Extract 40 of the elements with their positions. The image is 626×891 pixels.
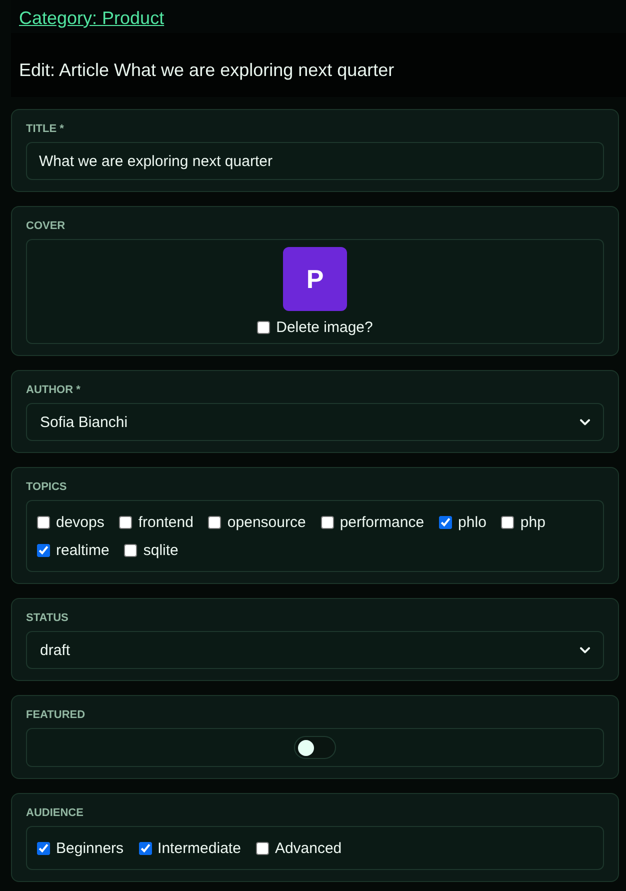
checkbox[interactable]: [257, 320, 270, 334]
chevron-down-icon: [580, 418, 590, 426]
checkbox[interactable]: [501, 516, 514, 528]
checkbox-label[interactable]: sqlite: [143, 542, 178, 558]
checkbox[interactable]: [37, 842, 50, 854]
checkbox-label[interactable]: Advanced: [274, 840, 342, 856]
checkbox[interactable]: [37, 544, 50, 556]
field-label: FEATURED: [26, 708, 86, 722]
text-input[interactable]: What we are exploring next quarter: [26, 142, 604, 180]
checkbox[interactable]: [124, 544, 138, 556]
checkbox-label[interactable]: Delete image?: [276, 318, 373, 336]
checkbox[interactable]: [256, 842, 269, 854]
checkbox-label[interactable]: frontend: [138, 514, 194, 530]
field-label: TITLE *: [26, 122, 65, 136]
toggle-switch[interactable]: [294, 736, 336, 759]
checkbox-label[interactable]: opensource: [227, 514, 306, 530]
field-label: STATUS: [26, 611, 70, 625]
field-label: TOPICS: [26, 480, 68, 494]
field-label: COVER: [26, 219, 66, 233]
select-field[interactable]: Sofia Bianchi: [26, 403, 604, 441]
checkbox[interactable]: [119, 516, 132, 528]
checkbox-label[interactable]: devops: [56, 514, 104, 530]
checkbox-label[interactable]: performance: [340, 514, 424, 530]
checkbox[interactable]: [439, 516, 452, 528]
checkbox-label[interactable]: Intermediate: [158, 840, 241, 856]
checkbox[interactable]: [37, 516, 50, 528]
field-label: AUTHOR *: [26, 383, 82, 397]
checkbox[interactable]: [208, 516, 222, 528]
page-heading: Edit: Article What we are exploring next quarter: [19, 60, 394, 80]
category-link[interactable]: Category: Product: [19, 8, 164, 29]
checkbox-label[interactable]: Beginners: [56, 840, 124, 856]
checkbox-label[interactable]: phlo: [458, 514, 486, 530]
checkbox-label[interactable]: realtime: [56, 542, 110, 558]
checkbox[interactable]: [138, 842, 152, 854]
select-field[interactable]: draft: [26, 631, 604, 669]
chevron-down-icon: [580, 646, 590, 654]
checkbox[interactable]: [320, 516, 334, 528]
checkbox-label[interactable]: php: [520, 514, 546, 530]
image-thumbnail: P: [283, 247, 347, 311]
field-label: AUDIENCE: [26, 806, 84, 820]
